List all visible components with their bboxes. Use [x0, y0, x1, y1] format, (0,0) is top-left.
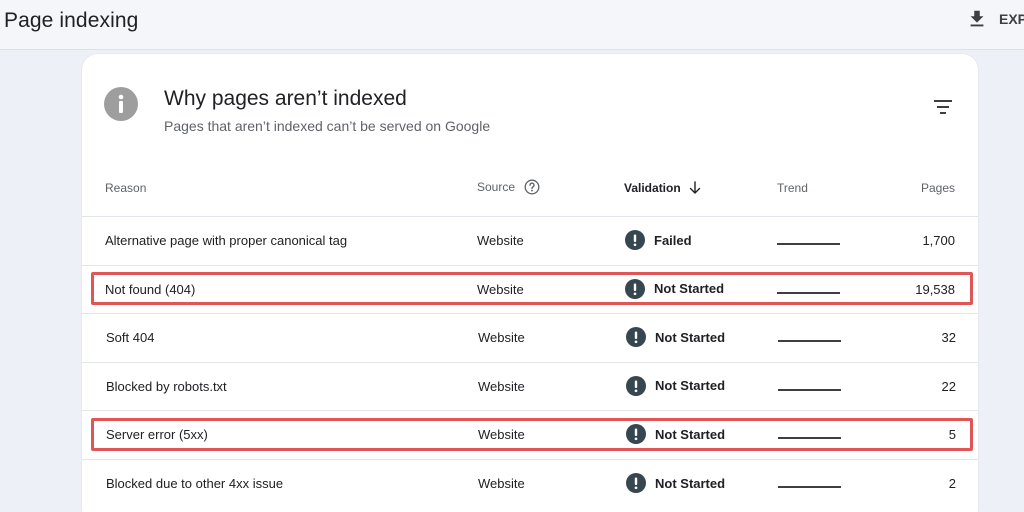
reason-cell: Blocked due to other 4xx issue [106, 476, 284, 491]
pages-count: 1,700 [922, 233, 955, 248]
validation-cell: Not Started [626, 327, 726, 348]
alert-icon [625, 230, 645, 250]
reason-cell: Alternative page with proper canonical t… [105, 233, 348, 248]
validation-cell: Not Started [626, 473, 725, 493]
column-header-pages[interactable]: Pages [921, 181, 955, 195]
validation-status: Not Started [655, 378, 726, 394]
column-header-reason[interactable]: Reason [105, 181, 146, 195]
row-highlight-box [91, 417, 973, 451]
pages-count: 22 [941, 378, 956, 394]
source-cell: Website [478, 476, 525, 491]
export-button[interactable]: EXP [966, 8, 1024, 30]
table-row[interactable]: Blocked by robots.txt Website Not Started 2… [82, 361, 978, 411]
alert-icon [626, 327, 646, 348]
source-cell: Website [478, 378, 525, 394]
filter-icon[interactable] [932, 96, 954, 118]
column-header-source[interactable]: Source [477, 179, 540, 195]
download-icon [970, 10, 984, 27]
trend-sparkline [777, 243, 840, 245]
column-header-validation-label: Validation [624, 181, 681, 195]
reason-cell: Soft 404 [106, 330, 155, 346]
export-label: EXP [999, 11, 1024, 27]
reason-cell: Blocked by robots.txt [106, 378, 227, 394]
source-cell: Website [477, 233, 524, 248]
validation-status: Not Started [655, 475, 726, 491]
trend-sparkline [778, 388, 841, 391]
info-icon [104, 87, 138, 121]
alert-icon [626, 473, 646, 493]
column-header-trend[interactable]: Trend [777, 181, 808, 195]
row-highlight-box [91, 272, 973, 306]
trend-sparkline [778, 340, 841, 343]
trend-sparkline [778, 486, 841, 488]
table-row[interactable]: Alternative page with proper canonical t… [82, 216, 978, 265]
card-subtitle: Pages that aren’t indexed can’t be serve… [164, 118, 491, 134]
arrow-down-icon [689, 181, 700, 194]
top-bar: Page indexing EXP [0, 0, 1024, 50]
column-header-source-label: Source [477, 180, 516, 194]
pages-count: 2 [948, 476, 956, 491]
help-icon[interactable] [524, 179, 540, 195]
table-row[interactable]: Blocked due to other 4xx issue Website Not… [82, 459, 978, 508]
validation-cell: Not Started [626, 375, 726, 396]
column-header-validation[interactable]: Validation [624, 181, 701, 195]
source-cell: Website [478, 330, 525, 346]
page-title: Page indexing [4, 9, 139, 32]
validation-status: Failed [654, 232, 692, 248]
validation-status: Not Started [655, 329, 726, 345]
card-title: Why pages aren’t indexed [164, 87, 407, 110]
table-row[interactable]: Soft 404 Website Not Started 32 [82, 313, 978, 362]
alert-icon [626, 375, 646, 396]
validation-cell: Failed [625, 230, 692, 250]
pages-count: 32 [941, 330, 956, 346]
